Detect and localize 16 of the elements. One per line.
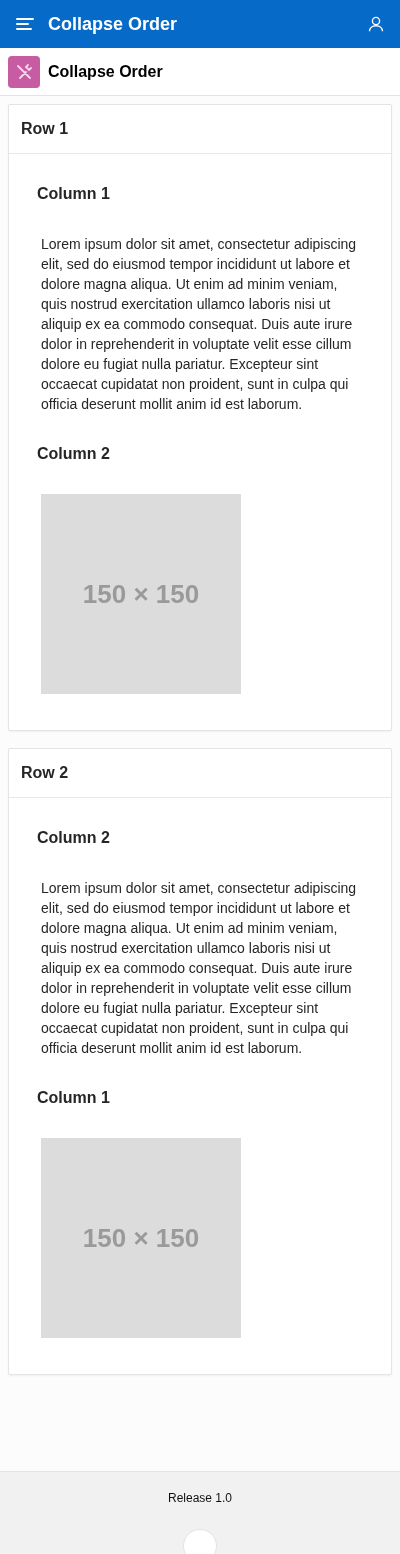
column-heading: Column 2 xyxy=(37,828,110,848)
region-title: Row 2 xyxy=(21,764,69,782)
placeholder-image: 150 × 150 xyxy=(41,1138,241,1338)
lorem-paragraph: Lorem ipsum dolor sit amet, consectetur adipiscing elit, sed do eiusmod tempor incididunt ut labore et dolore magna aliqua. Ut enim ad minim veniam, quis nostrud exercitation ullamco laboris nisi ut aliquip ex ea commodo consequat. Duis aute irure dolor in reprehenderit in voluptate velit esse cillum dolore eu fugiat nulla pariatur. Excepteur sint occaecat cupidatat non proident, sunt in culpa qui officia deserunt mollit anim id est laborum. xyxy=(41,235,358,414)
tools-icon xyxy=(8,55,40,88)
release-label: Release 1.0 xyxy=(167,1491,232,1505)
user-icon[interactable] xyxy=(368,16,384,32)
menu-icon[interactable] xyxy=(16,17,34,31)
column-heading: Column 2 xyxy=(37,444,110,464)
column-heading: Column 1 xyxy=(37,184,110,204)
column-heading: Column 1 xyxy=(37,1088,110,1108)
placeholder-image: 150 × 150 xyxy=(41,494,241,694)
lorem-paragraph: Lorem ipsum dolor sit amet, consectetur adipiscing elit, sed do eiusmod tempor incididunt ut labore et dolore magna aliqua. Ut enim ad minim veniam, quis nostrud exercitation ullamco laboris nisi ut aliquip ex ea commodo consequat. Duis aute irure dolor in reprehenderit in voluptate velit esse cillum dolore eu fugiat nulla pariatur. Excepteur sint occaecat cupidatat non proident, sunt in culpa qui officia deserunt mollit anim id est laborum. xyxy=(41,879,358,1058)
region-title: Row 1 xyxy=(21,120,69,138)
app-title: Collapse Order xyxy=(48,13,179,35)
page-title: Collapse Order xyxy=(48,62,163,81)
